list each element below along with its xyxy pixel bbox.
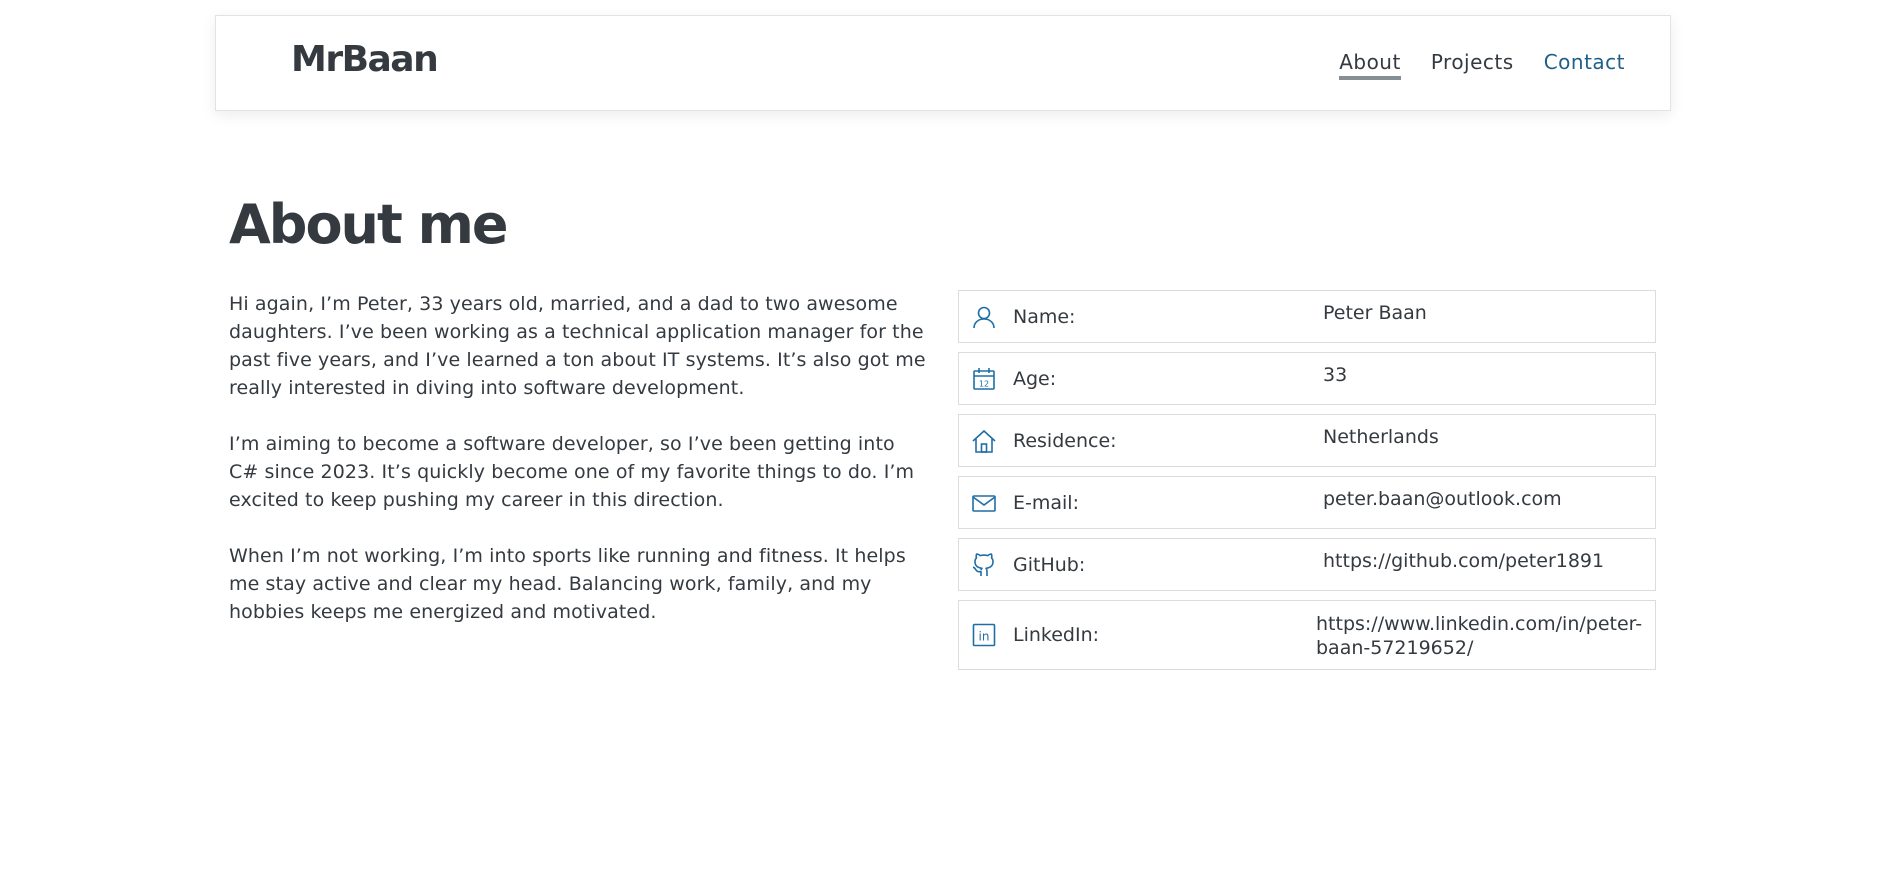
bio-paragraph: Hi again, I’m Peter, 33 years old, marri… [229,293,926,399]
info-label: Residence: [1013,429,1117,452]
navbar: MrBaan About Projects Contact [215,15,1671,111]
info-value-email[interactable]: peter.baan@outlook.com [1323,487,1647,511]
user-icon [971,304,997,330]
calendar-icon: 12 [971,366,997,392]
info-row-name: Name: Peter Baan [958,290,1656,343]
info-value-name: Peter Baan [1323,302,1427,324]
github-icon [971,552,997,578]
home-icon [971,428,997,454]
svg-text:in: in [979,630,990,644]
info-row-age: 12 Age: 33 [958,352,1656,405]
info-row-email: E-mail: peter.baan@outlook.com [958,476,1656,529]
info-row-residence: Residence: Netherlands [958,414,1656,467]
nav-link-about[interactable]: About [1339,50,1401,80]
info-label: E-mail: [1013,491,1079,514]
brand-logo[interactable]: MrBaan [291,42,439,78]
info-label: Name: [1013,305,1076,328]
bio-section: Hi again, I’m Peter, 33 years old, marri… [229,290,929,654]
linkedin-icon: in [971,622,997,648]
info-value-linkedin[interactable]: https://www.linkedin.com/in/peter-baan-5… [1316,612,1647,660]
bio-paragraph: I’m aiming to become a software develope… [229,433,915,511]
info-row-linkedin: in LinkedIn: https://www.linkedin.com/in… [958,600,1656,670]
info-label: GitHub: [1013,553,1086,576]
info-label: LinkedIn: [1013,624,1100,646]
nav-link-contact[interactable]: Contact [1544,50,1625,74]
page-title: About me [229,193,508,256]
info-label: Age: [1013,367,1057,390]
mail-icon [971,490,997,516]
main-nav: About Projects Contact [1339,50,1625,80]
svg-text:12: 12 [979,379,989,388]
info-list: Name: Peter Baan 12 Age: 33 Residence: N… [958,290,1656,679]
info-value-github[interactable]: https://github.com/peter1891 [1323,549,1647,573]
bio-paragraph: When I’m not working, I’m into sports li… [229,545,906,623]
info-row-github: GitHub: https://github.com/peter1891 [958,538,1656,591]
nav-link-projects[interactable]: Projects [1431,50,1514,74]
info-value-residence: Netherlands [1323,426,1439,448]
info-value-age: 33 [1323,364,1348,386]
